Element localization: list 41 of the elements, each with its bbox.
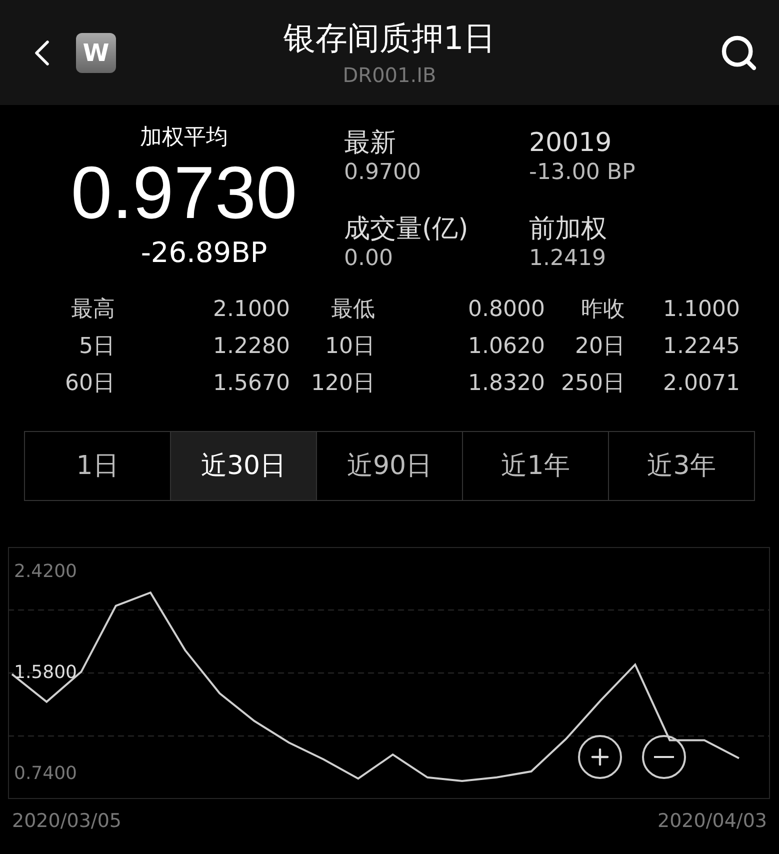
stat-value: 1.2245 <box>662 333 740 361</box>
page-title: 银存间质押1日 <box>283 18 496 58</box>
summary-value: 0.00 <box>344 245 394 273</box>
stat-value: 0.8000 <box>467 296 545 324</box>
stat-label: 250日 <box>560 370 625 398</box>
stat-label: 5日 <box>78 333 115 361</box>
period-tab[interactable]: 近30日 <box>170 432 316 500</box>
quote-change: -26.89BP <box>140 235 268 271</box>
stat-value: 1.5670 <box>212 370 290 398</box>
x-axis-label: 2020/04/03 <box>657 809 767 834</box>
summary-label: 最新 <box>344 127 397 159</box>
summary-label: 前加权 <box>529 213 608 245</box>
summary-value: 1.2419 <box>529 245 607 273</box>
page-subtitle: DR001.IB <box>342 62 436 88</box>
y-axis-label: 2.4200 <box>14 562 77 582</box>
stat-label: 20日 <box>574 333 625 361</box>
stat-label: 最高 <box>70 296 115 324</box>
stat-label: 最低 <box>330 296 375 324</box>
stat-value: 2.0071 <box>662 370 740 398</box>
y-axis-label: 0.7400 <box>14 764 77 784</box>
stat-value: 1.0620 <box>467 333 545 361</box>
y-axis-label: 1.5800 <box>14 663 77 683</box>
app-badge: W <box>76 32 116 72</box>
zoom-in-button[interactable] <box>578 735 622 779</box>
quote-label: 加权平均 <box>140 124 228 152</box>
stat-value: 1.8320 <box>467 370 545 398</box>
summary-label: 成交量(亿) <box>344 213 470 245</box>
stat-value: 1.2280 <box>212 333 290 361</box>
quote-value: 0.9730 <box>70 154 298 232</box>
zoom-out-button[interactable] <box>642 735 686 779</box>
stat-label: 60日 <box>64 370 115 398</box>
summary-label: 20019 <box>529 127 613 159</box>
summary-value: 0.9700 <box>344 159 422 187</box>
summary-value: -13.00 BP <box>529 159 636 187</box>
x-axis-label: 2020/03/05 <box>12 809 122 834</box>
stat-label: 120日 <box>310 370 375 398</box>
minus-icon <box>654 756 674 758</box>
stat-label: 10日 <box>324 333 375 361</box>
stat-value: 2.1000 <box>212 296 290 324</box>
stat-value: 1.1000 <box>662 296 740 324</box>
stat-label: 昨收 <box>580 296 625 324</box>
